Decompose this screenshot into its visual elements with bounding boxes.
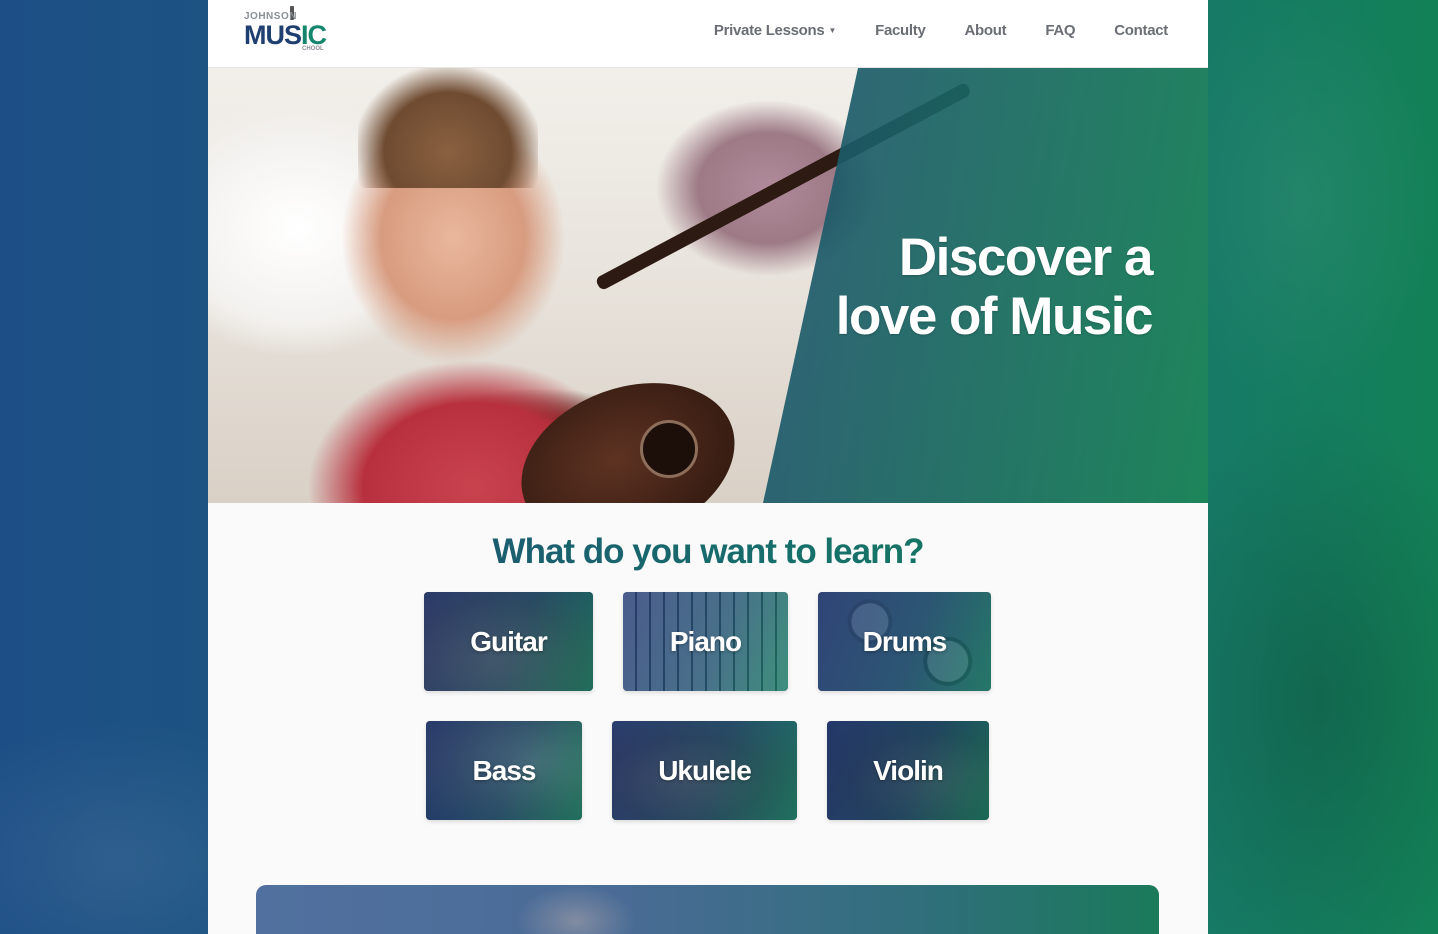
nav-contact-label: Contact [1114,22,1168,39]
caret-down-icon: ▼ [828,26,837,35]
hero-title-line1: Discover a [898,228,1154,287]
nav-faq[interactable]: FAQ [1045,22,1075,39]
main-nav: Private Lessons ▼ Faculty About FAQ Cont… [714,22,1168,39]
nav-faculty[interactable]: Faculty [875,22,926,39]
hero-photo-detail [358,68,538,188]
page-container: JOHNSON MUSIC CHOOL Private Lessons ▼ Fa… [208,0,1208,934]
instrument-label: Bass [472,754,537,786]
promo-banner [256,885,1159,934]
nav-faculty-label: Faculty [875,22,926,39]
hero-banner: Discover a love of Music [208,68,1208,503]
site-header: JOHNSON MUSIC CHOOL Private Lessons ▼ Fa… [208,0,1208,68]
instrument-label: Guitar [470,625,547,657]
instrument-tile-piano[interactable]: Piano [623,592,788,691]
instrument-tile-ukulele[interactable]: Ukulele [612,721,797,820]
nav-about[interactable]: About [965,22,1007,39]
instrument-label: Violin [873,754,944,786]
nav-private-lessons[interactable]: Private Lessons ▼ [714,22,836,39]
instrument-tile-drums[interactable]: Drums [818,592,991,691]
nav-contact[interactable]: Contact [1114,22,1168,39]
instrument-label: Piano [669,625,742,657]
instrument-label: Drums [862,625,948,657]
instrument-tile-bass[interactable]: Bass [426,721,582,820]
learn-heading: What do you want to learn? [208,532,1208,572]
instrument-label: Ukulele [658,754,752,786]
instrument-tile-violin[interactable]: Violin [827,721,989,820]
hero-photo-detail [640,420,698,478]
site-logo[interactable]: JOHNSON MUSIC CHOOL [244,6,334,58]
nav-private-lessons-label: Private Lessons [713,22,825,39]
logo-bottom-text: CHOOL [302,46,324,52]
hero-title-line2: love of Music [835,287,1154,346]
hero-title: Discover a love of Music [835,228,1154,346]
instrument-tile-guitar[interactable]: Guitar [424,592,593,691]
nav-about-label: About [964,22,1007,39]
nav-faq-label: FAQ [1045,22,1076,39]
